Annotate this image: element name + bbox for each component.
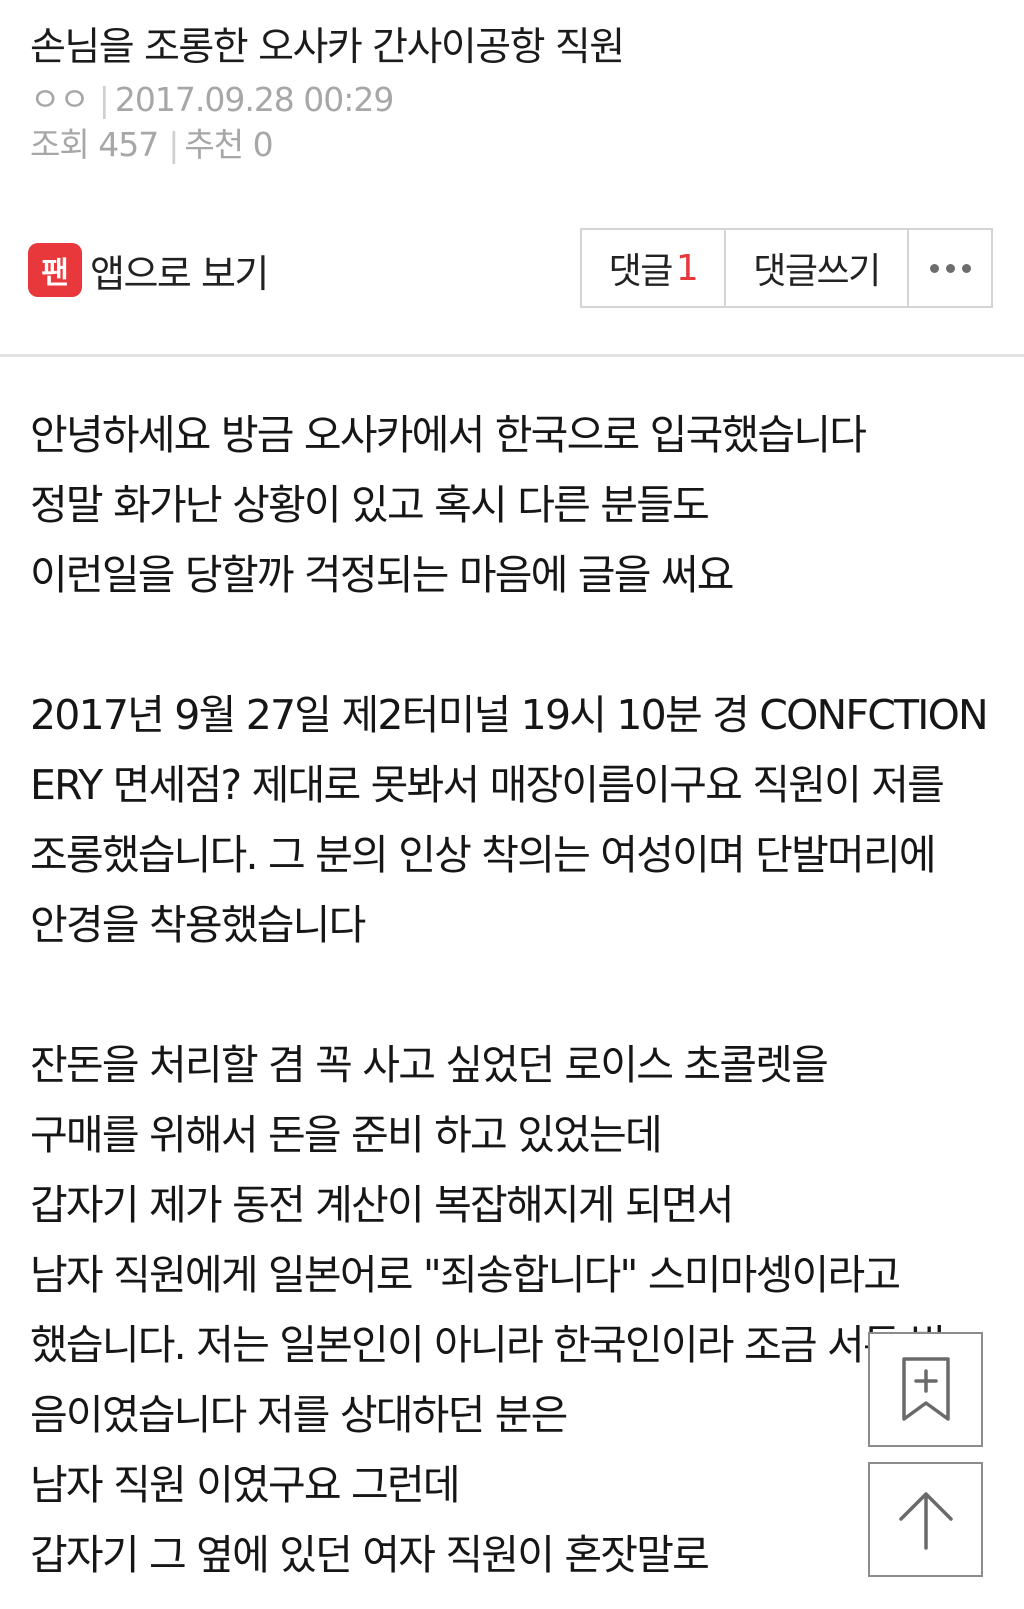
text-line: 했습니다. 저는 일본인이 아니라 한국인이라 조금 서툰 발 xyxy=(30,1321,948,1369)
text-line: 이런일을 당할까 걱정되는 마음에 글을 써요 xyxy=(30,551,735,599)
views-count: 457 xyxy=(98,125,159,164)
text-line: 조롱했습니다. 그 분의 인상 착의는 여성이며 단발머리에 xyxy=(30,831,937,879)
paragraph: 잔돈을 처리할 겸 꼭 사고 싶었던 로이스 초콜렛을 구매를 위해서 돈을 준… xyxy=(30,1030,1000,1590)
open-in-app-button[interactable]: 팬 앱으로 보기 xyxy=(28,242,269,298)
paragraph: 안녕하세요 방금 오사카에서 한국으로 입국했습니다 정말 화가난 상황이 있고… xyxy=(30,400,1000,610)
views-label: 조회 xyxy=(30,125,90,164)
arrow-up-icon xyxy=(898,1491,953,1550)
post-date: 2017.09.28 00:29 xyxy=(114,80,395,119)
text-line: 음이였습니다 저를 상대하던 분은 xyxy=(30,1391,568,1439)
comments-count: 1 xyxy=(675,247,699,289)
app-logo-icon: 팬 xyxy=(28,243,82,297)
text-line: 구매를 위해서 돈을 준비 하고 있었는데 xyxy=(30,1111,663,1159)
recommend-count: 0 xyxy=(252,125,274,164)
recommend-label: 추천 xyxy=(184,125,244,164)
scroll-to-top-button[interactable] xyxy=(868,1462,983,1577)
text-line: 안경을 착용했습니다 xyxy=(30,901,366,949)
text-line: 남자 직원 이였구요 그런데 xyxy=(30,1461,461,1509)
paragraph: 2017년 9월 27일 제2터미널 19시 10분 경 CONFCTION E… xyxy=(30,680,1000,960)
bookmark-button[interactable] xyxy=(868,1332,983,1447)
meta-divider: | xyxy=(98,80,110,119)
header-divider xyxy=(0,354,1024,357)
comments-label: 댓글 xyxy=(608,251,674,292)
more-dots-icon xyxy=(929,263,971,273)
text-line: 갑자기 그 옆에 있던 여자 직원이 혼잣말로 xyxy=(30,1531,710,1579)
text-line: 안녕하세요 방금 오사카에서 한국으로 입국했습니다 xyxy=(30,411,867,459)
post-action-buttons: 댓글 1 댓글쓰기 xyxy=(580,228,993,308)
comments-button[interactable]: 댓글 1 xyxy=(582,230,726,306)
text-line: 갑자기 제가 동전 계산이 복잡해지게 되면서 xyxy=(30,1181,735,1229)
author-name[interactable]: ㅇㅇ xyxy=(30,80,90,119)
text-line: 잔돈을 처리할 겸 꼭 사고 싶었던 로이스 초콜렛을 xyxy=(30,1041,829,1089)
post-meta-author-date: ㅇㅇ | 2017.09.28 00:29 xyxy=(30,73,395,121)
post-meta-stats: 조회 457 | 추천 0 xyxy=(30,118,274,166)
text-line: 2017년 9월 27일 제2터미널 19시 10분 경 CONFCTION xyxy=(30,691,989,739)
more-options-button[interactable] xyxy=(909,230,991,306)
bookmark-add-icon xyxy=(901,1356,950,1421)
meta-divider: | xyxy=(168,125,179,164)
text-line: 남자 직원에게 일본어로 "죄송합니다" 스미마셍이라고 xyxy=(30,1251,901,1299)
post-body: 안녕하세요 방금 오사카에서 한국으로 입국했습니다 정말 화가난 상황이 있고… xyxy=(30,400,1000,1590)
post-title: 손님을 조롱한 오사카 간사이공항 직원 xyxy=(30,25,625,70)
write-comment-button[interactable]: 댓글쓰기 xyxy=(726,230,909,306)
text-line: 정말 화가난 상황이 있고 혹시 다른 분들도 xyxy=(30,481,710,529)
open-in-app-label: 앱으로 보기 xyxy=(90,251,269,296)
text-line: ERY 면세점? 제대로 못봐서 매장이름이구요 직원이 저를 xyxy=(30,761,945,809)
